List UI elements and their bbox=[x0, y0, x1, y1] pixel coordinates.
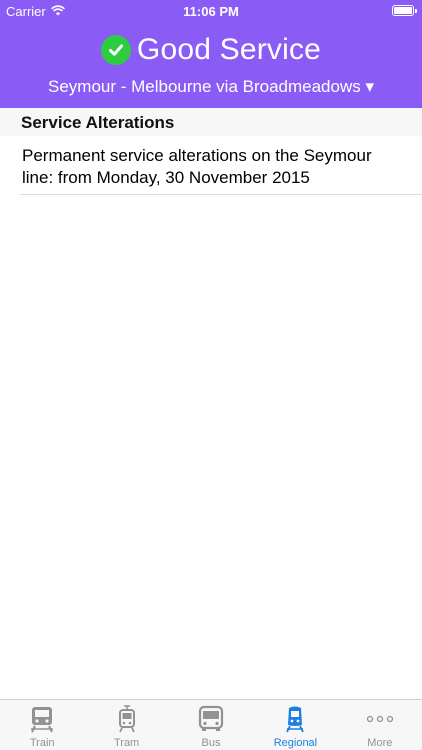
section-header: Service Alterations bbox=[0, 108, 422, 136]
tab-label: Regional bbox=[273, 737, 318, 749]
tab-bar: Train Tram Bus Regional More bbox=[0, 699, 422, 750]
status-bar: Carrier 11:06 PM bbox=[0, 0, 422, 22]
tab-label: Train bbox=[29, 737, 55, 749]
header-bar: Carrier 11:06 PM Good Service Seymour - … bbox=[0, 0, 422, 108]
tab-bus[interactable]: Bus bbox=[169, 700, 253, 750]
tab-more[interactable]: More bbox=[338, 700, 422, 750]
tab-regional[interactable]: Regional bbox=[253, 700, 337, 750]
tab-label: Bus bbox=[201, 737, 221, 749]
service-status: Good Service bbox=[0, 31, 422, 69]
tab-label: More bbox=[367, 737, 393, 749]
tab-train[interactable]: Train bbox=[0, 700, 84, 750]
tab-label: Tram bbox=[113, 737, 140, 749]
row-divider bbox=[20, 194, 422, 195]
page-title: Good Service bbox=[136, 33, 322, 66]
train-icon bbox=[29, 705, 55, 733]
tab-tram[interactable]: Tram bbox=[84, 700, 168, 750]
battery-icon bbox=[392, 5, 417, 16]
tram-icon bbox=[117, 705, 137, 733]
clock: 11:06 PM bbox=[183, 4, 239, 19]
more-icon bbox=[366, 705, 394, 733]
regional-train-icon bbox=[284, 705, 306, 733]
list-item[interactable]: Permanent service alterations on the Sey… bbox=[0, 136, 422, 194]
checkmark-circle-icon bbox=[100, 35, 131, 65]
line-selector[interactable]: Seymour - Melbourne via Broadmeadows ▾ bbox=[0, 77, 422, 97]
alteration-text: Permanent service alterations on the Sey… bbox=[22, 146, 372, 187]
bus-icon bbox=[198, 705, 224, 733]
